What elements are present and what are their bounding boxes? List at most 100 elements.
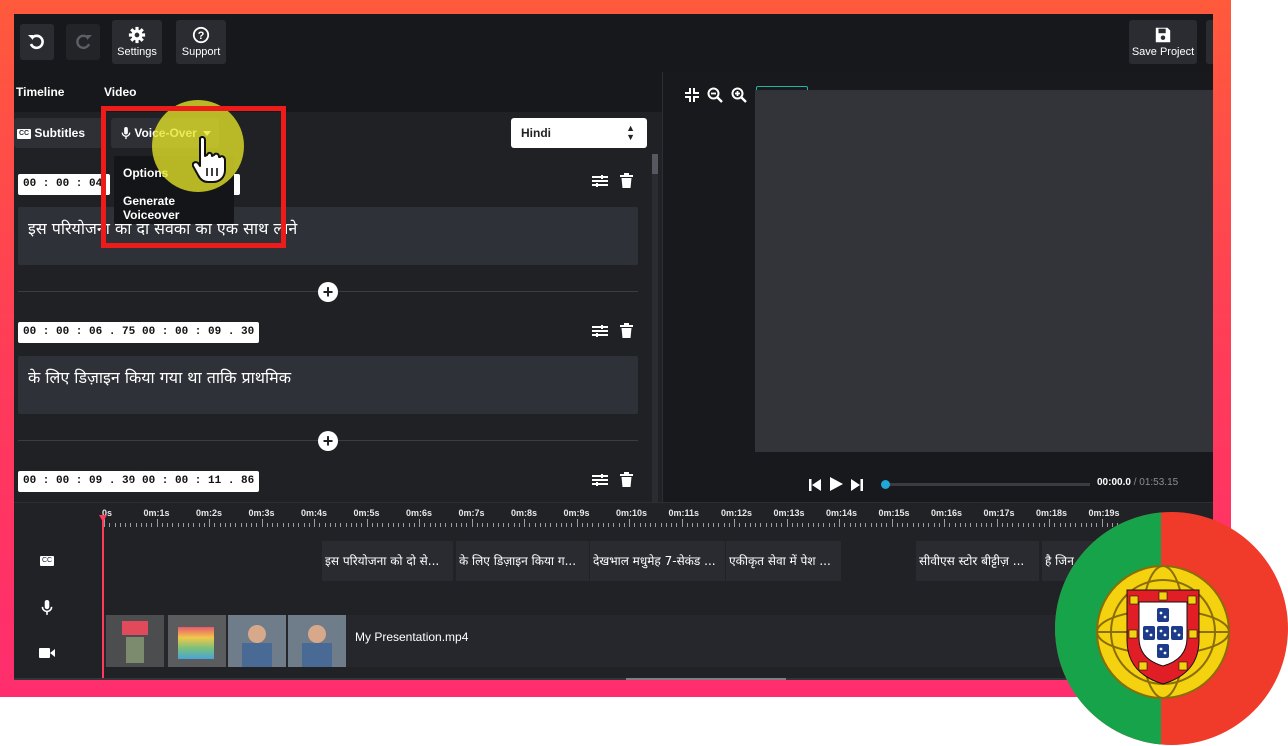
ruler-tick (896, 523, 898, 527)
playback-handle[interactable] (881, 480, 890, 489)
video-canvas[interactable] (755, 90, 1213, 452)
subtitles-button[interactable]: CC Subtitles (14, 118, 104, 148)
ruler-tick (1022, 523, 1024, 527)
ruler-tick (1038, 523, 1040, 527)
language-select[interactable]: Hindi ▲ ▼ (511, 118, 647, 148)
ruler-tick (576, 519, 578, 527)
portugal-coat-of-arms-icon (1096, 565, 1230, 699)
ruler-tick (277, 523, 279, 527)
ruler-tick-label: 0m:11s (668, 508, 700, 518)
ruler-tick (550, 523, 552, 527)
ruler-tick (1012, 523, 1014, 527)
entry-3-trash-icon[interactable] (620, 472, 633, 492)
tab-timeline[interactable]: Timeline (14, 72, 66, 112)
ruler-tick (140, 523, 142, 527)
entry-2-end-time[interactable]: 00 : 00 : 09 . 30 (137, 322, 260, 343)
timeline-ruler[interactable]: 0s 0m:1s 0m:2s 0m:3s 0m:4s 0m:5s 0m:6s 0m:7s 0m:… (102, 503, 1213, 527)
ruler-tick (487, 523, 489, 527)
cc-icon: CC (17, 128, 31, 139)
ruler-tick (419, 519, 420, 527)
redo-button[interactable] (66, 24, 100, 60)
time-separator: - (128, 473, 132, 487)
time-display: 00:00.0 / 01:53.15 (1097, 477, 1178, 488)
entry-2-text[interactable]: के लिए डिज़ाइन किया गया था ताकि प्राथमिक (18, 356, 638, 414)
subtitle-clip[interactable]: देखभाल मधुमेह 7-सेकंड ... (590, 541, 725, 581)
ruler-tick (902, 523, 903, 527)
hand-pointer-icon (192, 136, 226, 183)
ruler-tick (513, 523, 515, 527)
ruler-tick (865, 523, 867, 527)
ruler-tick (198, 523, 200, 527)
save-project-label: Save Project (1131, 46, 1195, 58)
add-subtitle-button[interactable]: + (318, 431, 338, 451)
ruler-tick (833, 523, 835, 527)
ruler-tick (686, 523, 688, 527)
ruler-tick (681, 519, 683, 527)
ruler-tick (944, 519, 945, 527)
ruler-tick (839, 519, 840, 527)
ruler-tick (891, 519, 893, 527)
settings-button[interactable]: Settings (112, 20, 162, 64)
ruler-tick (912, 523, 914, 527)
entry-1-start-time[interactable]: 00 : 00 : 04 (18, 174, 110, 195)
timeline-horizontal-scrollbar[interactable] (14, 678, 1213, 680)
subtitle-clip[interactable]: के लिए डिज़ाइन किया ग... (456, 541, 589, 581)
ruler-tick (881, 523, 882, 527)
ruler-tick (224, 523, 226, 527)
current-time: 00:00.0 (1097, 477, 1131, 488)
entry-2-trash-icon[interactable] (620, 323, 633, 343)
entry-3-end-time[interactable]: 00 : 00 : 11 . 86 (137, 471, 260, 492)
ruler-tick (214, 523, 216, 527)
video-thumbnail (288, 615, 346, 667)
zoom-in-icon[interactable] (731, 87, 747, 108)
ruler-tick (398, 523, 399, 527)
ruler-tick (650, 523, 651, 527)
entry-1-settings-icon[interactable] (592, 174, 608, 193)
ruler-tick (298, 523, 300, 527)
toolbar-overflow-button[interactable] (1206, 20, 1213, 64)
ruler-tick (203, 523, 205, 527)
subtitle-clip[interactable]: सीवीएस स्टोर बीट्टीज़ ... (916, 541, 1039, 581)
zoom-out-icon[interactable] (707, 87, 723, 108)
save-project-button[interactable]: Save Project (1129, 20, 1197, 64)
entry-3-start-time[interactable]: 00 : 00 : 09 . 30 (18, 471, 141, 492)
ruler-tick (172, 523, 174, 527)
ruler-tick (455, 523, 457, 527)
help-circle-icon: ? (192, 26, 210, 44)
track-label-video (14, 645, 80, 680)
ruler-tick (287, 523, 289, 527)
ruler-tick (786, 519, 788, 527)
playback-progress-bar[interactable] (881, 480, 1090, 489)
add-subtitle-button[interactable]: + (318, 282, 338, 302)
ruler-tick (440, 523, 441, 527)
entry-2-start-time[interactable]: 00 : 00 : 06 . 75 (18, 322, 141, 343)
undo-button[interactable] (20, 24, 54, 60)
ruler-tick (608, 523, 609, 527)
playhead-handle[interactable] (99, 515, 107, 522)
entry-3-settings-icon[interactable] (592, 473, 608, 492)
ruler-tick (350, 523, 352, 527)
play-icon[interactable] (829, 477, 843, 496)
ruler-tick-label: 0m:6s (406, 508, 433, 518)
undo-icon (28, 34, 44, 50)
timeline-scrollbar-thumb[interactable] (626, 678, 786, 680)
support-button[interactable]: ? Support (176, 20, 226, 64)
ruler-tick (492, 523, 494, 527)
ruler-tick (923, 523, 924, 527)
subtitle-scrollbar-thumb[interactable] (652, 154, 658, 174)
entry-2-settings-icon[interactable] (592, 324, 608, 343)
ruler-tick (697, 523, 699, 527)
ruler-tick (245, 523, 247, 527)
subtitle-scrollbar[interactable] (652, 154, 658, 502)
fit-screen-icon[interactable] (685, 88, 699, 107)
entry-1-trash-icon[interactable] (620, 173, 633, 193)
ruler-tick (797, 523, 798, 527)
ruler-tick (597, 523, 599, 527)
ruler-tick (933, 523, 935, 527)
skip-forward-icon[interactable] (851, 478, 863, 496)
ruler-tick-label: 0m:15s (878, 508, 910, 518)
subtitle-clip[interactable]: इस परियोजना को दो से... (322, 541, 453, 581)
subtitle-clip[interactable]: एकीकृत सेवा में पेश ... (726, 541, 841, 581)
skip-back-icon[interactable] (809, 478, 821, 496)
ruler-tick (256, 523, 258, 527)
